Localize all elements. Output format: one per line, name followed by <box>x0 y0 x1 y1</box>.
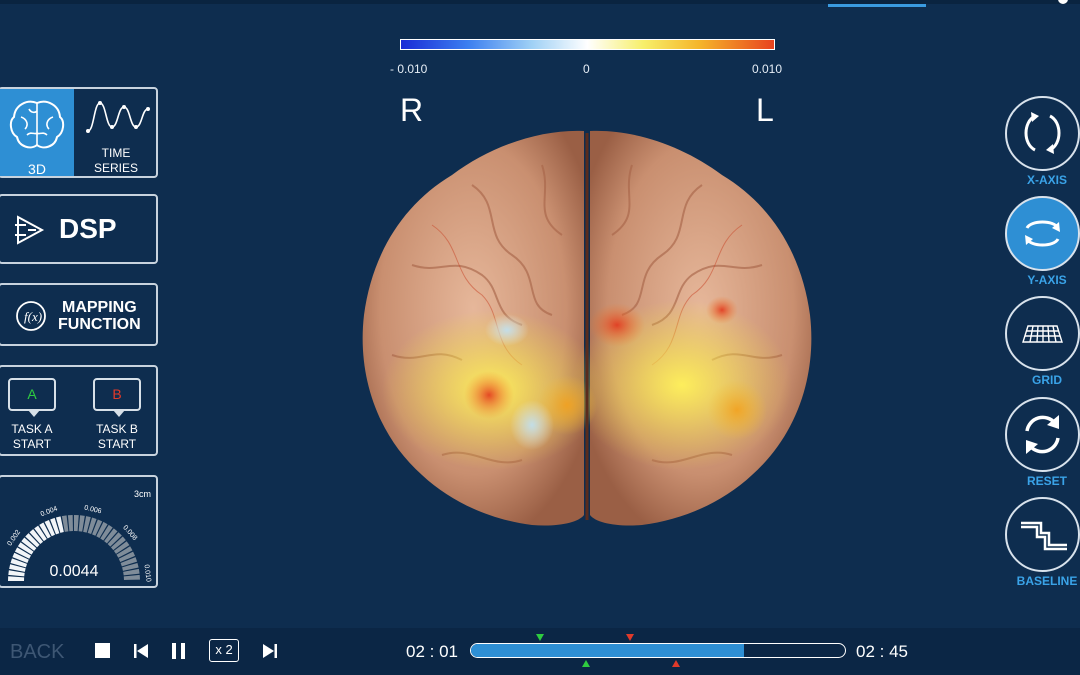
pause-icon[interactable] <box>170 640 188 662</box>
view-mode-panel: 3D TIME SERIES <box>0 87 158 178</box>
rotate-x-icon <box>1024 112 1061 154</box>
active-tab-indicator <box>828 4 926 7</box>
right-hemisphere-label: R <box>400 92 424 128</box>
task-b-end-marker <box>672 660 680 667</box>
grid-label: GRID <box>1032 373 1062 387</box>
mapping-function-label: MAPPING FUNCTION <box>58 299 141 333</box>
reset-view-button[interactable] <box>1005 397 1080 472</box>
color-scale-bar <box>400 39 775 50</box>
gauge-value: 0.0044 <box>49 563 99 580</box>
mapping-function-button[interactable]: f(x) MAPPING FUNCTION <box>0 283 158 346</box>
mapping-label-line1: MAPPING <box>61 299 137 316</box>
gauge-panel: 3cm 0.002 0.004 0.006 0.008 0.010 0.0044 <box>0 475 158 588</box>
scale-max-label: 0.010 <box>752 62 783 76</box>
left-hemisphere-label: L <box>756 92 774 128</box>
task-a-start-button[interactable]: A <box>8 378 56 417</box>
view-mode-time-series-label: TIME SERIES <box>76 146 156 176</box>
activation-blue-upper <box>485 314 529 346</box>
total-time-label: 02 : 45 <box>856 642 908 661</box>
dsp-label: DSP <box>59 213 117 244</box>
function-icon: f(x) <box>16 301 46 331</box>
back-button[interactable]: BACK <box>10 641 64 664</box>
gauge-segment <box>67 515 73 532</box>
task-panel: A TASK A START B TASK B START <box>0 365 158 456</box>
gauge-segment <box>74 515 79 532</box>
view-mode-3d-button[interactable]: 3D <box>0 89 74 177</box>
mapping-label-line2: FUNCTION <box>58 316 141 333</box>
time-series-label-line1: TIME <box>101 146 131 160</box>
y-axis-rotate-button[interactable] <box>1005 196 1080 271</box>
brain-3d-view[interactable] <box>352 125 822 535</box>
activation-blue-right <box>510 400 554 450</box>
task-b-label-line2: START <box>97 437 137 451</box>
activation-orange-left <box>707 380 767 440</box>
scale-min-label: - 0.010 <box>390 62 428 76</box>
gauge-tick-label: 0.006 <box>83 504 102 515</box>
baseline-button[interactable] <box>1005 497 1080 572</box>
x-axis-rotate-button[interactable] <box>1005 96 1080 171</box>
reset-label: RESET <box>1026 474 1067 488</box>
baseline-icon <box>1021 521 1067 551</box>
stop-icon[interactable] <box>95 640 111 662</box>
current-time-label: 02 : 01 <box>406 642 458 661</box>
brain-icon <box>9 100 65 149</box>
timeline-slider[interactable] <box>470 643 846 658</box>
task-a-label-line2: START <box>12 437 52 451</box>
grid-icon <box>1022 325 1063 343</box>
view-mode-3d-label: 3D <box>28 161 46 177</box>
gauge-tick-label: 0.004 <box>40 505 59 518</box>
time-series-label-line2: SERIES <box>93 161 138 175</box>
baseline-label: BASELINE <box>1016 574 1078 588</box>
grid-toggle-button[interactable] <box>1005 296 1080 371</box>
waveform-icon <box>86 101 150 133</box>
task-a-end-marker <box>582 660 590 667</box>
skip-forward-icon[interactable] <box>262 640 278 662</box>
task-a-label-line1: TASK A <box>11 422 53 436</box>
dsp-button[interactable]: DSP <box>0 194 158 264</box>
task-b-label-line1: TASK B <box>96 422 138 436</box>
task-b-start-button[interactable]: B <box>93 378 141 417</box>
skip-back-icon[interactable] <box>133 640 149 662</box>
activation-red-right <box>464 371 514 419</box>
activation-red-center <box>589 303 645 347</box>
scale-mid-label: 0 <box>583 62 590 76</box>
playback-speed-button[interactable]: x 2 <box>209 639 239 662</box>
task-b-start-marker <box>626 634 634 641</box>
task-a-label: TASK A START <box>2 422 62 452</box>
y-axis-label: Y-AXIS <box>1027 273 1067 287</box>
reset-icon <box>1025 415 1060 454</box>
task-b-label: TASK B START <box>87 422 147 452</box>
timeline-progress <box>471 644 745 657</box>
task-a-start-marker <box>536 634 544 641</box>
activation-red-left <box>706 296 738 324</box>
svg-text:f(x): f(x) <box>24 309 42 324</box>
x-axis-label: X-AXIS <box>1026 173 1067 187</box>
rotate-y-icon <box>1025 220 1060 247</box>
dsp-icon <box>15 215 45 245</box>
